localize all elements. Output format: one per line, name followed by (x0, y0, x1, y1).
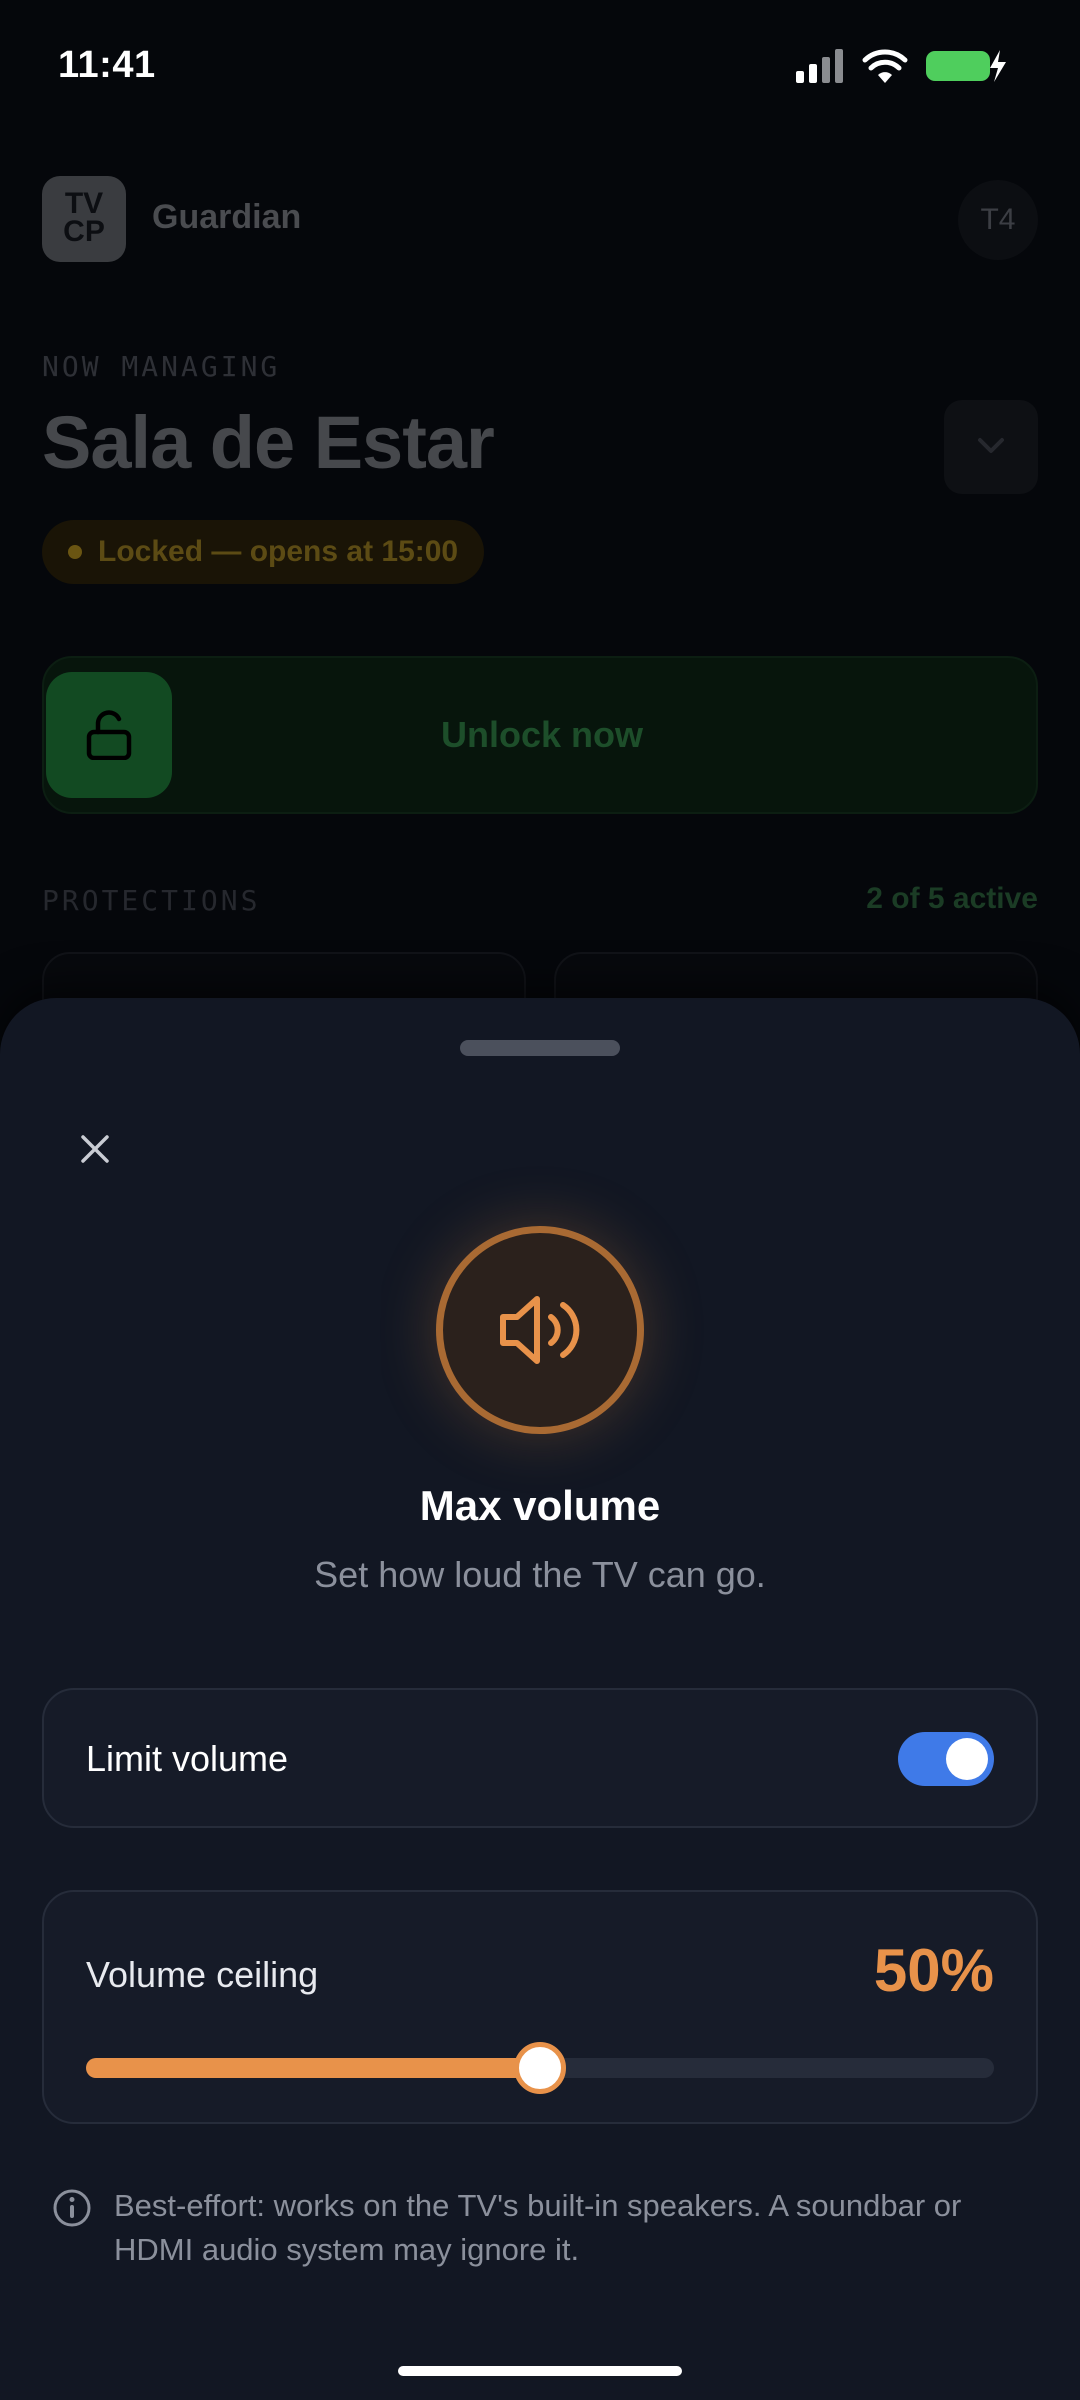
cellular-signal-icon (796, 49, 843, 83)
unlock-now-button[interactable]: Unlock now (42, 656, 1038, 814)
protections-heading: PROTECTIONS (42, 884, 261, 917)
unlock-now-label: Unlock now (440, 714, 643, 755)
wifi-icon (862, 49, 908, 83)
volume-slider-track[interactable] (86, 2042, 994, 2094)
background-screen: 11:41 TV CP Guardian T4 NOW MANAGING Sal… (0, 0, 1080, 1032)
battery-charging-icon (926, 50, 1006, 82)
home-indicator[interactable] (398, 2366, 682, 2376)
sheet-title: Max volume (419, 1482, 661, 1529)
toggle-knob (946, 1738, 988, 1780)
volume-ceiling-card: Volume ceiling 50% (42, 1890, 1038, 2124)
info-text: Best-effort: works on the TV's built-in … (114, 2188, 962, 2267)
volume-slider-fill (86, 2058, 540, 2078)
speaker-icon (500, 1296, 580, 1364)
app-header: TV CP Guardian T4 (42, 176, 1038, 262)
volume-ceiling-value: 50% (873, 1937, 994, 2004)
status-time: 11:41 (58, 44, 156, 86)
info-icon (53, 2189, 91, 2227)
unlock-icon-box (46, 672, 172, 798)
lock-status-text: Locked — opens at 15:00 (98, 535, 459, 568)
status-bar: 11:41 (0, 0, 1080, 130)
sheet-grabber[interactable] (460, 1040, 620, 1056)
unlock-icon (86, 710, 132, 760)
close-icon (81, 1135, 109, 1163)
logo-line-2: CP (63, 215, 105, 248)
room-title: Sala de Estar (42, 401, 495, 484)
status-dot (68, 545, 82, 559)
protections-active-count: 2 of 5 active (866, 882, 1038, 915)
sheet-subtitle: Set how loud the TV can go. (314, 1554, 766, 1595)
app-logo: TV CP (42, 176, 126, 262)
volume-ceiling-label: Volume ceiling (86, 1954, 319, 1995)
status-icons (796, 48, 1008, 84)
avatar[interactable]: T4 (958, 180, 1038, 260)
volume-slider-thumb[interactable] (514, 2042, 566, 2094)
limit-volume-label: Limit volume (86, 1738, 289, 1779)
lock-status-badge: Locked — opens at 15:00 (42, 520, 485, 584)
app-name: Guardian (152, 198, 302, 236)
room-select-button[interactable] (944, 400, 1038, 494)
speaker-icon-badge (436, 1226, 644, 1434)
limit-volume-toggle[interactable] (898, 1732, 994, 1786)
close-button[interactable] (60, 1114, 130, 1184)
max-volume-sheet: Max volume Set how loud the TV can go. L… (0, 998, 1080, 2400)
logo-line-1: TV (64, 187, 104, 220)
chevron-down-icon (978, 438, 1004, 453)
now-managing-label: NOW MANAGING (42, 350, 281, 383)
limit-volume-row: Limit volume (42, 1688, 1038, 1828)
